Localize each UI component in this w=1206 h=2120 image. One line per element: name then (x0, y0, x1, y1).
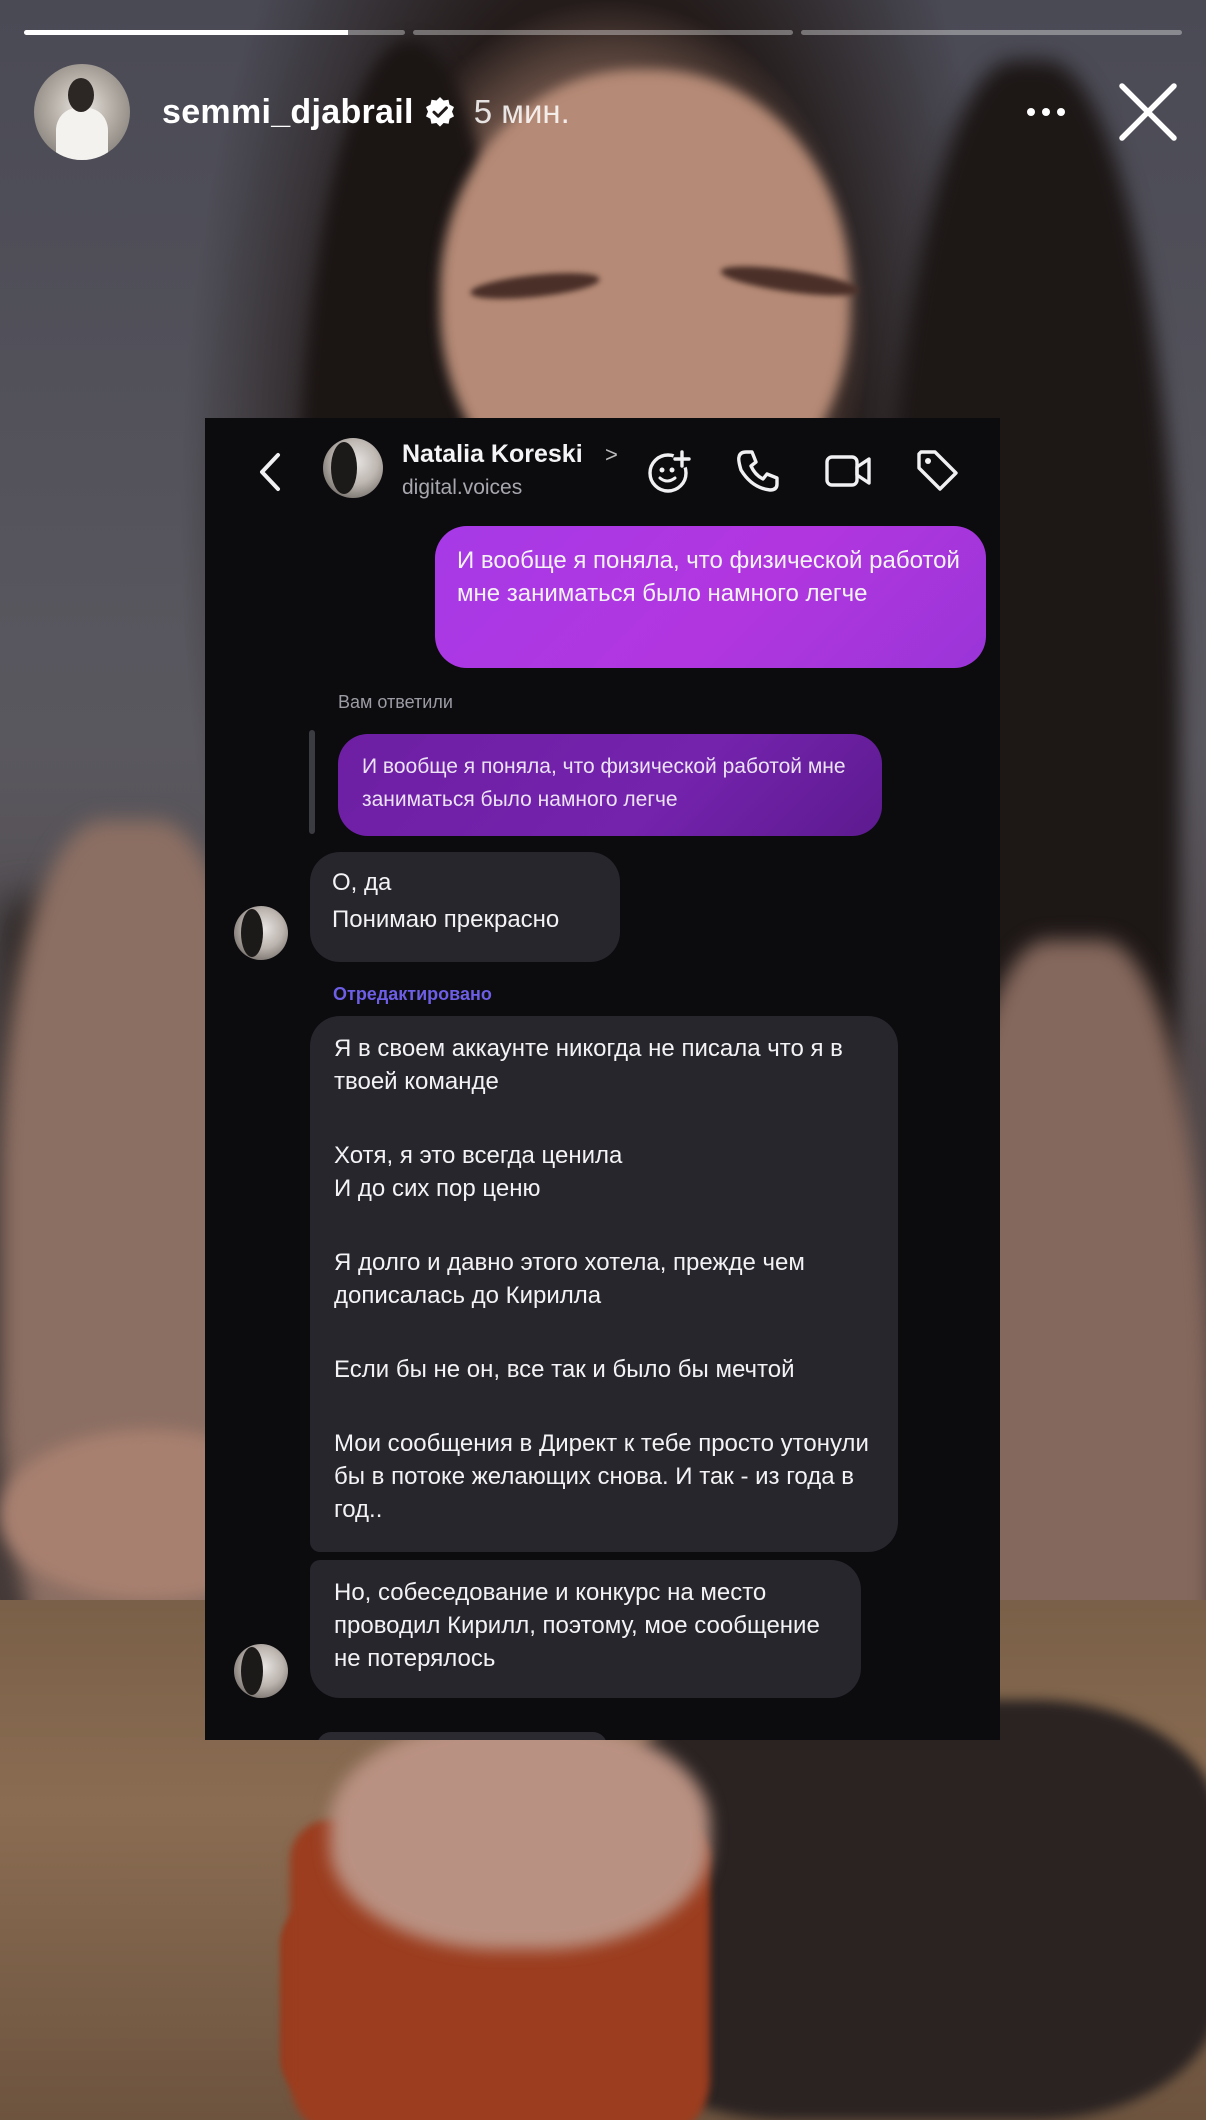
dot-icon (1057, 108, 1065, 116)
call-button[interactable] (733, 446, 783, 496)
progress-segment (24, 30, 405, 35)
next-message-peek (317, 1732, 607, 1740)
reply-label: Вам ответили (338, 692, 453, 712)
dot-icon (1042, 108, 1050, 116)
photo-hand (330, 1720, 710, 1950)
sender-avatar[interactable] (234, 906, 288, 960)
incoming-message[interactable]: Я в своем аккаунте никогда не писала что… (310, 1016, 898, 1552)
sticker-icon (648, 450, 691, 493)
chevron-right-icon: > (605, 442, 618, 467)
quoted-message[interactable]: И вообще я поняла, что физической работо… (338, 734, 882, 836)
back-icon[interactable] (257, 452, 283, 492)
close-icon (1119, 83, 1177, 141)
story-progress (24, 30, 1183, 35)
sticker-button[interactable] (645, 446, 695, 496)
outgoing-message[interactable]: И вообще я поняла, что физической работо… (435, 526, 986, 668)
dot-icon (1027, 108, 1035, 116)
close-button[interactable] (1118, 82, 1178, 142)
contact-handle: digital.voices (402, 476, 523, 499)
progress-segment (412, 30, 794, 35)
sender-avatar[interactable] (234, 1644, 288, 1698)
message-paragraph: Хотя, я это всегда ценила И до сих пор ц… (334, 1142, 623, 1202)
story-header: semmi_djabrail 5 мин. (34, 62, 1178, 162)
incoming-message[interactable]: О, да Понимаю прекрасно (310, 852, 620, 962)
dm-header: Natalia Koreski > digital.voices (205, 418, 1000, 524)
contact-avatar[interactable] (323, 438, 383, 498)
message-paragraph: Я в своем аккаунте никогда не писала что… (334, 1035, 843, 1095)
progress-segment (801, 30, 1183, 35)
story-timestamp: 5 мин. (473, 93, 570, 130)
edited-label: Отредактировано (333, 984, 492, 1004)
phone-icon (737, 450, 779, 492)
incoming-message[interactable]: Но, собеседование и конкурс на место про… (310, 1560, 861, 1698)
video-call-button[interactable] (823, 446, 873, 496)
message-paragraph: Я долго и давно этого хотела, прежде чем… (334, 1249, 805, 1309)
avatar[interactable] (34, 64, 130, 160)
tag-icon (917, 450, 958, 491)
story-username[interactable]: semmi_djabrail (162, 93, 414, 132)
verified-badge-icon (425, 97, 454, 127)
message-line: Понимаю прекрасно (332, 906, 560, 933)
more-options-button[interactable] (1016, 92, 1076, 132)
tag-button[interactable] (913, 446, 963, 496)
reply-indicator (309, 730, 315, 834)
message-paragraph: Если бы не он, все так и было бы мечтой (334, 1356, 795, 1383)
contact-name[interactable]: Natalia Koreski (402, 440, 583, 469)
video-icon (825, 455, 871, 487)
dm-screenshot: Natalia Koreski > digital.voices И вообщ… (205, 418, 1000, 1740)
message-paragraph: Мои сообщения в Директ к тебе просто уто… (334, 1430, 869, 1523)
message-line: О, да (332, 869, 392, 896)
